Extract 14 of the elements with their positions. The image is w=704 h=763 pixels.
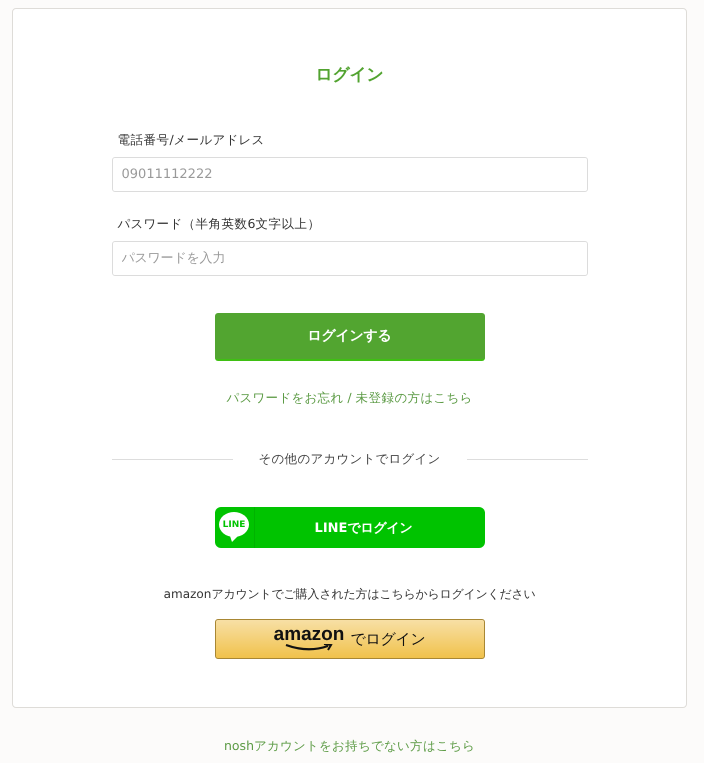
chat-bubble-logo: LINE [219,512,249,543]
page-title: ログイン [316,64,384,87]
amazon-note: amazonアカウントでご購入された方はこちらからログインください [164,586,536,603]
line-login-button[interactable]: LINE LINEでログイン [214,507,484,548]
amazon-logo: amazon [274,626,344,652]
login-button[interactable]: ログインする [214,313,484,361]
field-label: パスワード（半角英数6文字以上） [116,215,322,233]
forgot-password-link[interactable]: パスワードをお忘れ / 未登録の方はこちら [226,390,473,405]
signup-link[interactable]: noshアカウントをお持ちでない方はこちら [224,738,475,755]
divider-label: その他のアカウントでログイン [258,451,442,468]
input-field[interactable]: パスワードを入力 [112,241,588,276]
input-field[interactable]: 09011112222 [112,157,588,192]
amazon-login-button[interactable]: amazon でログイン [214,619,484,659]
field-label: 電話番号/メールアドレス [116,131,266,149]
